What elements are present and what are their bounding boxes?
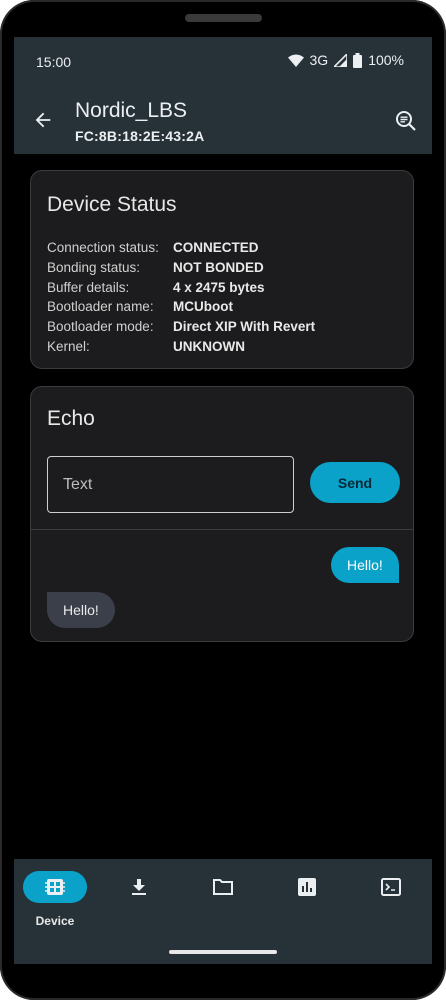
send-button[interactable]: Send (310, 462, 400, 503)
scan-search-icon[interactable] (394, 109, 418, 133)
nav-item-stats[interactable] (275, 871, 339, 903)
status-value: NOT BONDED (173, 259, 264, 275)
nav-item-device[interactable] (23, 871, 87, 903)
echo-title: Echo (47, 407, 95, 430)
terminal-icon (381, 878, 401, 896)
battery-icon (353, 52, 363, 68)
folder-icon (213, 879, 233, 895)
status-row: Bootloader mode: Direct XIP With Revert (47, 317, 315, 337)
device-status-list: Connection status: CONNECTED Bonding stat… (47, 238, 315, 357)
chart-icon (298, 878, 316, 896)
status-row: Kernel: UNKNOWN (47, 337, 315, 357)
network-type: 3G (309, 52, 329, 68)
status-label: Kernel: (47, 338, 90, 354)
nav-item-terminal[interactable] (359, 871, 423, 903)
speaker-grille (185, 14, 262, 22)
device-status-card: Device Status Connection status: CONNECTE… (30, 170, 414, 369)
status-value: UNKNOWN (173, 338, 245, 354)
nav-item-files[interactable] (191, 871, 255, 903)
nav-item-download[interactable] (107, 871, 171, 903)
home-indicator[interactable] (169, 950, 277, 954)
status-label: Bootloader name: (47, 299, 154, 315)
echo-text-input[interactable] (47, 456, 294, 513)
status-time: 15:00 (36, 54, 72, 70)
status-value: 4 x 2475 bytes (173, 279, 265, 295)
status-row: Connection status: CONNECTED (47, 238, 315, 258)
status-value: CONNECTED (173, 240, 259, 255)
signal-icon (334, 53, 348, 67)
nav-label-device[interactable]: Device (22, 914, 88, 928)
screen: 15:00 3G 100% Nordic_LBS FC:8B:18:2E:43:… (14, 37, 432, 964)
device-icon (45, 879, 65, 895)
back-arrow-icon[interactable] (32, 109, 54, 131)
divider (31, 529, 413, 530)
status-row: Buffer details: 4 x 2475 bytes (47, 278, 315, 298)
device-status-title: Device Status (47, 193, 177, 216)
device-address: FC:8B:18:2E:43:2A (75, 128, 205, 144)
status-bar: 15:00 3G 100% (14, 37, 432, 85)
download-icon (132, 879, 146, 895)
status-label: Bootloader mode: (47, 319, 154, 335)
received-message-bubble: Hello! (47, 592, 115, 628)
top-app-bar: 15:00 3G 100% Nordic_LBS FC:8B:18:2E:43:… (14, 37, 432, 154)
wifi-icon (287, 54, 304, 67)
device-name: Nordic_LBS (75, 99, 188, 122)
status-row: Bonding status: NOT BONDED (47, 258, 315, 278)
status-label: Connection status: (47, 240, 159, 255)
status-value: MCUboot (173, 299, 233, 315)
status-row: Bootloader name: MCUboot (47, 297, 315, 317)
status-label: Bonding status: (47, 259, 141, 275)
bottom-navigation: Device (14, 859, 432, 964)
status-icons: 3G 100% (287, 52, 404, 68)
sent-message-bubble: Hello! (331, 547, 399, 583)
phone-frame: 15:00 3G 100% Nordic_LBS FC:8B:18:2E:43:… (0, 0, 446, 1000)
status-label: Buffer details: (47, 279, 130, 295)
echo-card: Echo Send Hello! Hello! (30, 386, 414, 642)
battery-percent: 100% (368, 52, 404, 68)
status-value: Direct XIP With Revert (173, 319, 316, 335)
